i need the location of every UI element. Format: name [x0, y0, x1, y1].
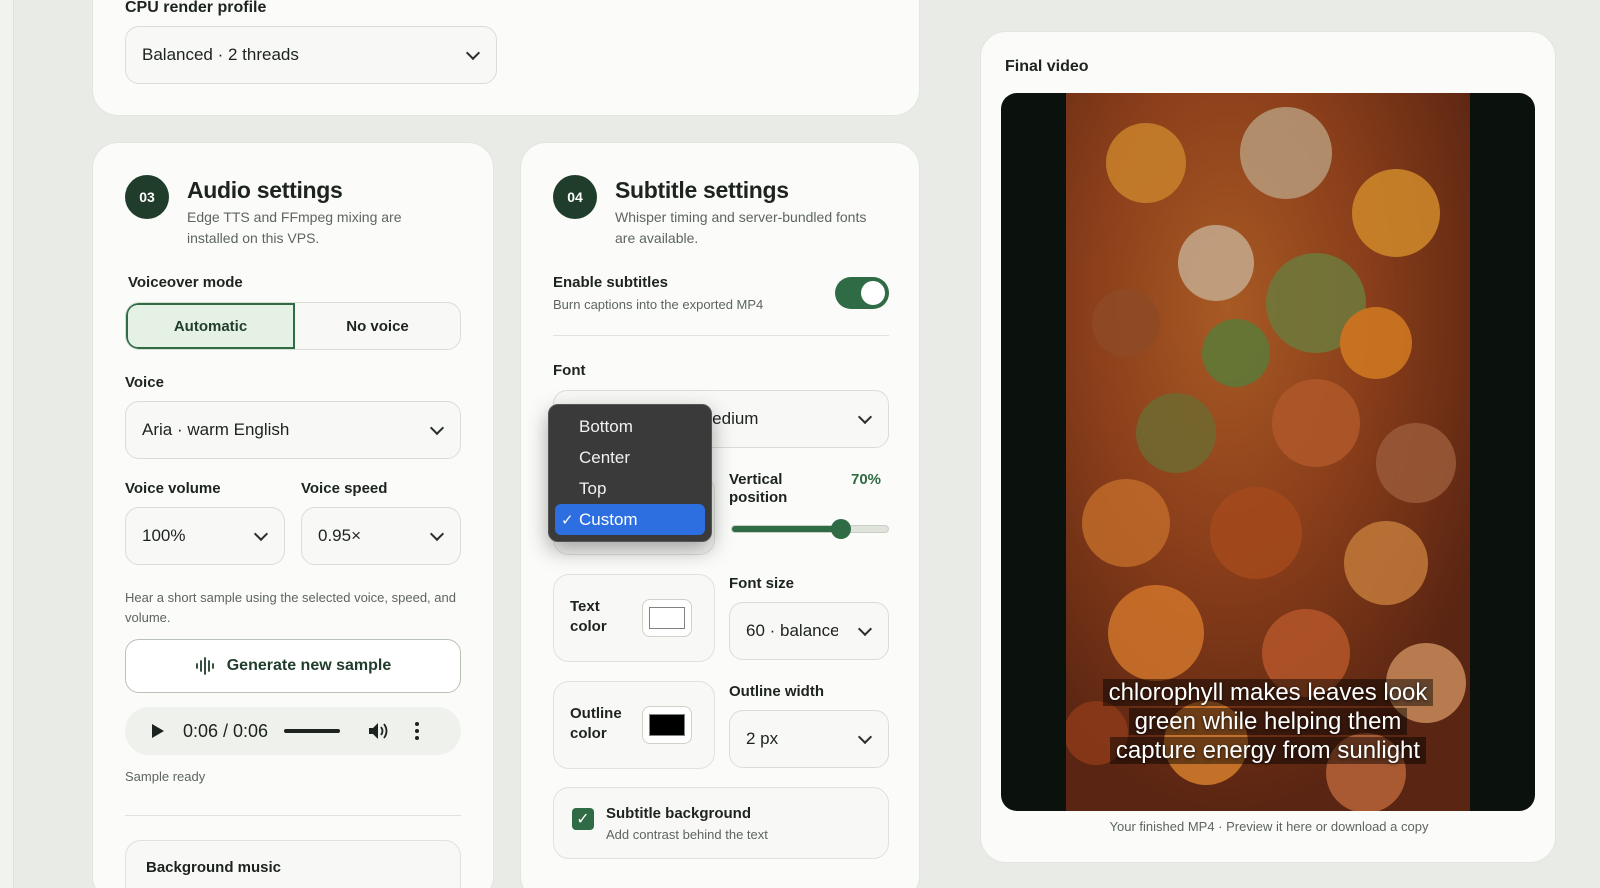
enable-subtitles-description: Burn captions into the exported MP4: [553, 297, 764, 312]
step-badge: 04: [553, 175, 597, 219]
voice-volume-select[interactable]: 100%: [125, 507, 285, 565]
chevron-down-icon: [857, 729, 873, 745]
position-dropdown-menu: Bottom Center Top ✓ Custom: [548, 404, 712, 542]
volume-icon[interactable]: [368, 721, 390, 741]
subtitle-background-checkbox[interactable]: ✓: [572, 808, 594, 830]
play-icon[interactable]: [151, 723, 165, 739]
cpu-profile-label: CPU render profile: [125, 0, 267, 16]
voice-speed-select[interactable]: 0.95×: [301, 507, 461, 565]
cpu-profile-select[interactable]: Balanced · 2 threads: [125, 26, 497, 84]
vertical-position-label: Vertical position: [729, 471, 788, 506]
position-option-custom[interactable]: ✓ Custom: [555, 504, 705, 535]
position-option-center[interactable]: Center: [555, 442, 705, 473]
voice-value: Aria · warm English: [142, 420, 290, 439]
chevron-down-icon: [857, 621, 873, 637]
text-color-swatch[interactable]: [642, 599, 692, 637]
position-option-bottom[interactable]: Bottom: [555, 411, 705, 442]
step-badge: 03: [125, 175, 169, 219]
final-video-footer: Your finished MP4 · Preview it here or d…: [1109, 819, 1429, 834]
section-title: Audio settings: [187, 177, 343, 203]
font-size-label: Font size: [729, 575, 795, 592]
generate-sample-button[interactable]: Generate new sample: [125, 639, 461, 693]
audio-player: 0:06 / 0:06: [125, 707, 461, 755]
player-progress-bar[interactable]: [284, 729, 341, 733]
font-label: Font: [553, 362, 586, 379]
voice-speed-label: Voice speed: [301, 480, 388, 497]
slider-fill: [732, 526, 842, 532]
subtitle-background-description: Add contrast behind the text: [606, 827, 768, 842]
option-label: Center: [579, 447, 631, 467]
voiceover-option-automatic[interactable]: Automatic: [126, 303, 295, 349]
text-color-fill: [649, 607, 685, 629]
section-description: Edge TTS and FFmpeg mixing are installed…: [187, 209, 402, 246]
slider-thumb[interactable]: [831, 519, 852, 539]
font-size-select[interactable]: 60 · balanced: [729, 602, 889, 660]
voice-volume-value: 100%: [142, 526, 186, 545]
check-icon: ✓: [561, 511, 574, 529]
voiceover-mode-label: Voiceover mode: [128, 274, 243, 291]
section-description: Whisper timing and server-bundled fonts …: [615, 209, 867, 246]
caption-line: chlorophyll makes leaves look: [1102, 679, 1434, 706]
generate-sample-label: Generate new sample: [226, 657, 392, 674]
text-color-card: Text color: [553, 574, 715, 662]
sample-hint: Hear a short sample using the selected v…: [125, 590, 456, 625]
voice-label: Voice: [125, 374, 164, 391]
subtitle-caption: chlorophyll makes leaves look green whil…: [1066, 678, 1470, 765]
subtitle-background-label: Subtitle background: [606, 805, 752, 822]
option-label: Custom: [579, 509, 638, 529]
chevron-down-icon: [429, 526, 445, 542]
enable-subtitles-toggle[interactable]: [835, 277, 889, 309]
subtitle-background-card: ✓ Subtitle background Add contrast behin…: [553, 787, 889, 859]
left-rail: [0, 0, 14, 888]
audio-settings-card: 03 Audio settings Edge TTS and FFmpeg mi…: [92, 142, 494, 888]
sample-status: Sample ready: [125, 769, 206, 784]
voice-volume-label: Voice volume: [125, 480, 221, 497]
cpu-profile-card: CPU render profile Balanced · 2 threads: [92, 0, 920, 116]
player-time: 0:06 / 0:06: [183, 720, 269, 741]
outline-width-select[interactable]: 2 px: [729, 710, 889, 768]
option-label: Top: [579, 478, 607, 498]
chevron-down-icon: [857, 409, 873, 425]
caption-line: capture energy from sunlight: [1109, 737, 1427, 764]
video-player[interactable]: chlorophyll makes leaves look green whil…: [1001, 93, 1535, 811]
divider: [125, 815, 461, 816]
chevron-down-icon: [429, 420, 445, 436]
outline-width-label: Outline width: [729, 683, 824, 700]
voice-select[interactable]: Aria · warm English: [125, 401, 461, 459]
vertical-position-value: 70%: [851, 471, 882, 488]
position-option-top[interactable]: Top: [555, 473, 705, 504]
toggle-knob: [861, 281, 885, 305]
voice-speed-value: 0.95×: [318, 526, 362, 545]
section-title: Subtitle settings: [615, 177, 789, 203]
background-music-card: Background music: [125, 840, 461, 888]
divider: [553, 335, 889, 336]
voiceover-mode-segmented: Automatic No voice: [125, 302, 461, 350]
chevron-down-icon: [465, 45, 481, 61]
cpu-profile-value: Balanced · 2 threads: [142, 45, 299, 64]
caption-line: green while helping them: [1128, 708, 1408, 735]
final-video-title: Final video: [1005, 58, 1089, 75]
voiceover-option-no-voice[interactable]: No voice: [295, 303, 460, 349]
outline-color-card: Outline color: [553, 681, 715, 769]
background-music-label: Background music: [146, 859, 282, 876]
vertical-position-slider[interactable]: [731, 519, 889, 539]
waveform-icon: [195, 657, 214, 675]
text-color-label: Text color: [570, 598, 607, 635]
outline-width-value: 2 px: [746, 729, 779, 748]
final-video-card: Final video chlorophyll makes leaves loo…: [980, 31, 1556, 863]
font-size-value: 60 · balanced: [746, 621, 838, 640]
chevron-down-icon: [253, 526, 269, 542]
outline-color-label: Outline color: [570, 705, 622, 742]
more-vertical-icon[interactable]: [414, 721, 420, 741]
option-label: Bottom: [579, 416, 633, 436]
outline-color-swatch[interactable]: [642, 706, 692, 744]
enable-subtitles-label: Enable subtitles: [553, 274, 669, 291]
outline-color-fill: [649, 714, 685, 736]
